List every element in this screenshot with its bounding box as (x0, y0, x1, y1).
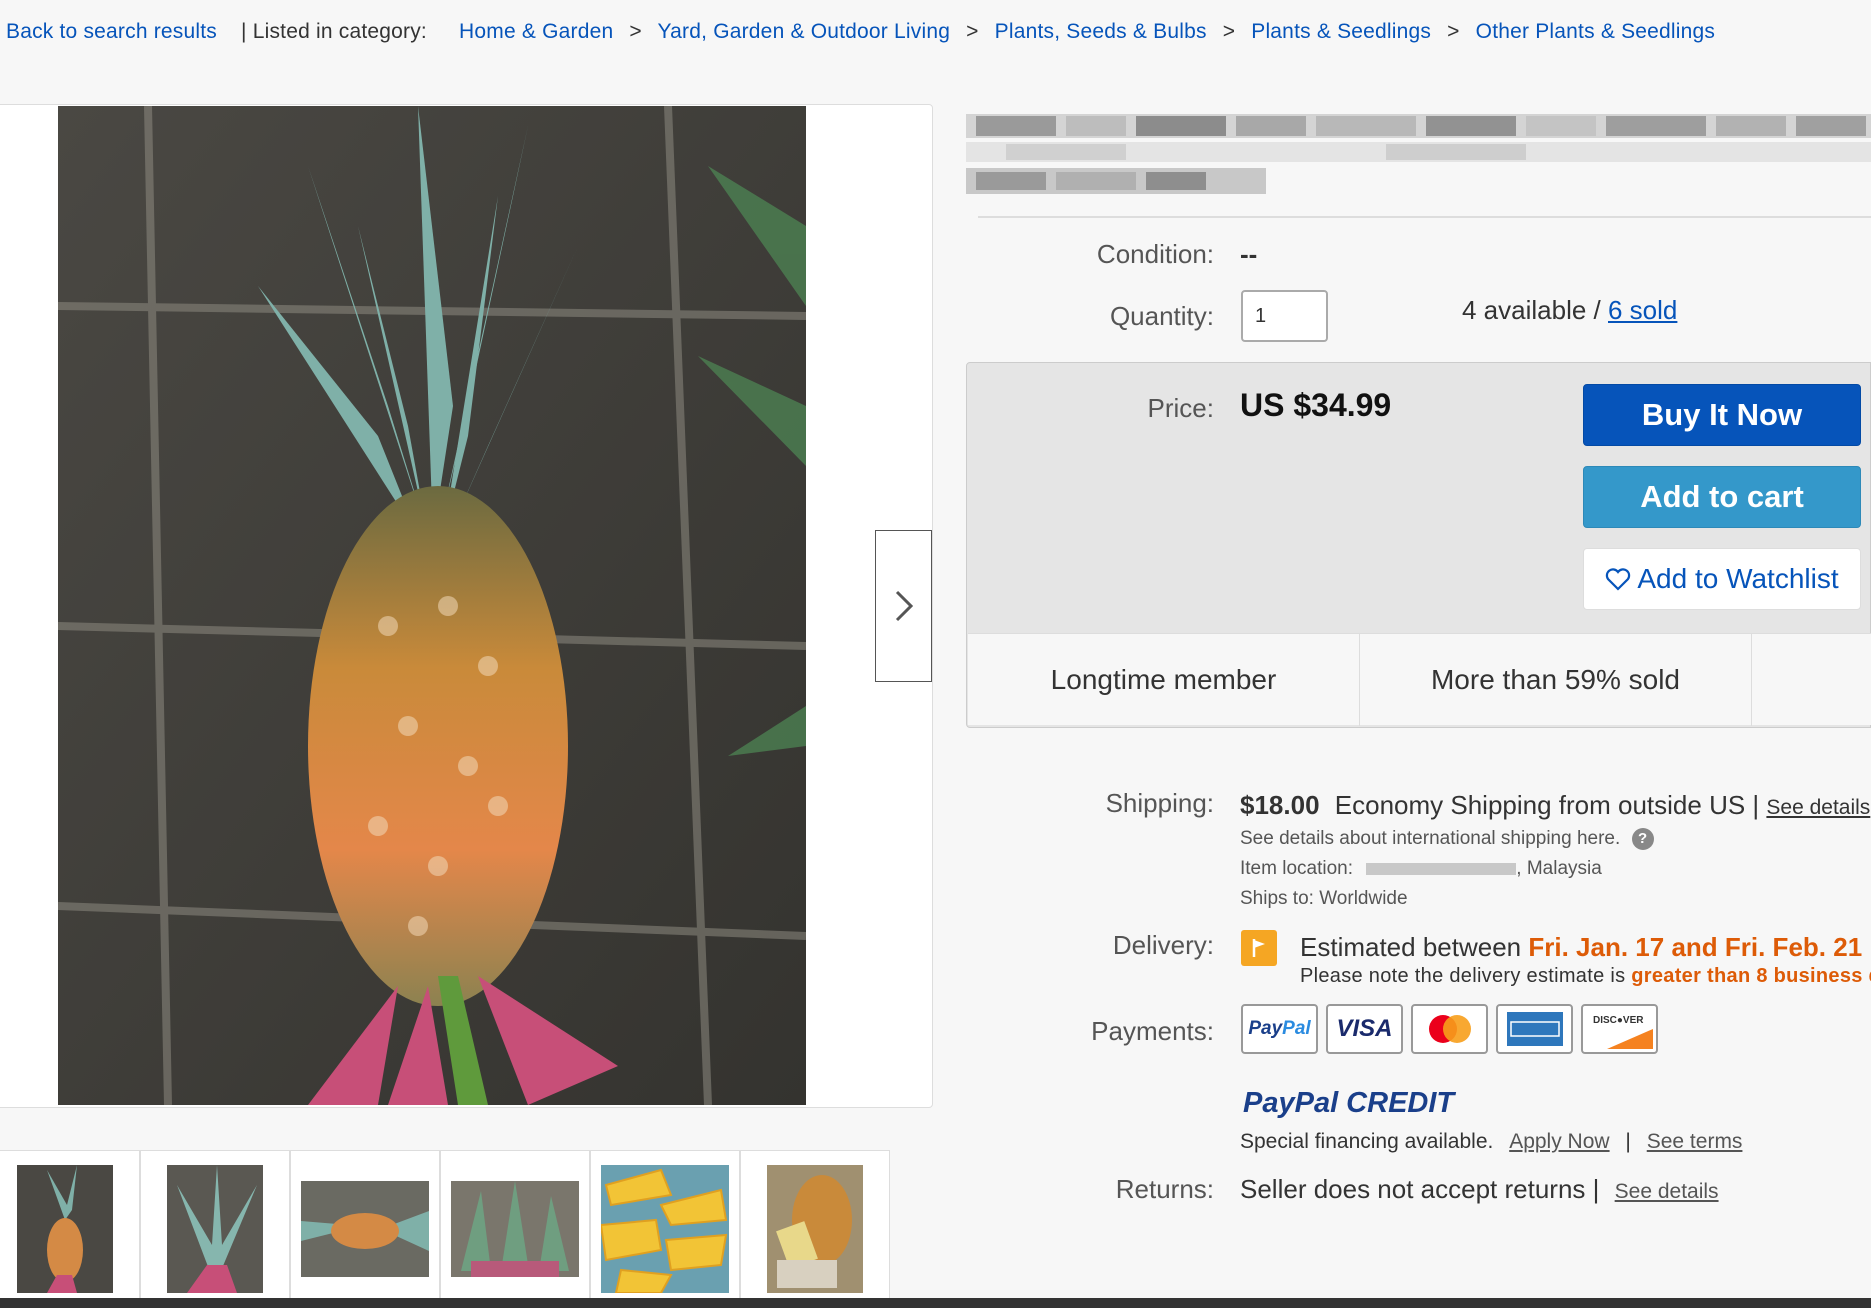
separator: | (1625, 1130, 1631, 1153)
bottom-bar (0, 1298, 1871, 1308)
item-location-label: Item location: (1240, 858, 1353, 879)
breadcrumb-separator: > (1222, 20, 1236, 43)
financing-text: Special financing available. (1240, 1130, 1494, 1153)
shipping-method: Economy Shipping from outside US | (1334, 790, 1760, 820)
pineapple-photo (58, 106, 806, 1105)
breadcrumb-link-other-plants[interactable]: Other Plants & Seedlings (1476, 20, 1715, 43)
condition-label: Condition: (1096, 239, 1214, 269)
delivery-estimate: Estimated between Fri. Jan. 17 and Fri. … (1300, 932, 1862, 963)
breadcrumb-separator: > (1447, 20, 1460, 43)
add-to-cart-button[interactable]: Add to cart (1583, 466, 1861, 528)
breadcrumb: Back to search results | Listed in categ… (6, 20, 1715, 44)
shipping-line: $18.00 Economy Shipping from outside US … (1240, 790, 1870, 821)
pineapple-crowns (167, 1165, 263, 1293)
pineapple-whole (17, 1165, 113, 1293)
sold-link[interactable]: 6 sold (1608, 295, 1677, 325)
returns-see-details-link[interactable]: See details (1615, 1180, 1719, 1203)
amex-logo (1496, 1004, 1573, 1054)
paypal-credit-logo: PayPal CREDIT (1243, 1087, 1454, 1120)
delivery-range: Fri. Jan. 17 and Fri. Feb. 21 (1528, 932, 1863, 962)
see-terms-link[interactable]: See terms (1647, 1130, 1743, 1153)
next-image-button[interactable] (875, 530, 932, 682)
back-to-search-link[interactable]: Back to search results (6, 20, 217, 43)
thumbnail-2[interactable] (140, 1150, 290, 1308)
breadcrumb-link-yard-garden[interactable]: Yard, Garden & Outdoor Living (658, 20, 951, 43)
shipping-cost: $18.00 (1240, 790, 1320, 820)
available-count: 4 available / (1462, 295, 1601, 325)
delivery-flag-icon (1241, 930, 1277, 966)
breadcrumb-link-home-garden[interactable]: Home & Garden (459, 20, 613, 43)
item-location-country: , Malaysia (1516, 858, 1602, 879)
thumbnail-strip (0, 1150, 890, 1308)
item-location: Item location: , Malaysia (1240, 858, 1602, 880)
intl-shipping-text: See details about international shipping… (1240, 828, 1621, 850)
price-value: US $34.99 (1240, 387, 1392, 423)
returns-value: Seller does not accept returns | (1240, 1174, 1600, 1204)
shipping-see-details-link[interactable]: See details (1766, 796, 1870, 819)
condition-value: -- (1240, 239, 1258, 269)
pineapple-side (301, 1181, 429, 1277)
mastercard-logo (1411, 1004, 1488, 1054)
redacted-location (1366, 862, 1517, 875)
pineapple-crowns-2 (451, 1181, 579, 1277)
quantity-input[interactable] (1241, 290, 1328, 342)
paypal-logo: PayPal (1241, 1004, 1318, 1054)
quantity-label: Quantity: (1109, 301, 1214, 331)
thumbnail-4[interactable] (440, 1150, 590, 1308)
thumbnail-5[interactable] (590, 1150, 740, 1308)
intl-shipping-note: See details about international shipping… (1240, 828, 1654, 850)
watchlist-label: Add to Watchlist (1637, 563, 1839, 594)
buy-it-now-button[interactable]: Buy It Now (1583, 384, 1861, 446)
delivery-label: Delivery: (1112, 930, 1214, 960)
divider (978, 216, 1871, 218)
apply-now-link[interactable]: Apply Now (1509, 1130, 1609, 1153)
help-icon[interactable]: ? (1631, 828, 1654, 850)
svg-text:DISC●VER: DISC●VER (1593, 1015, 1644, 1026)
heart-icon (1606, 568, 1631, 591)
seller-badges: Longtime member More than 59% sold (968, 633, 1871, 726)
financing-line: Special financing available. Apply Now |… (1240, 1130, 1742, 1154)
thumbnail-6[interactable] (740, 1150, 890, 1308)
returns-line: Seller does not accept returns | See det… (1240, 1174, 1719, 1205)
breadcrumb-separator: > (629, 20, 642, 43)
delivery-note-highlight: greater than 8 business days (1631, 965, 1871, 987)
visa-logo: VISA (1326, 1004, 1403, 1054)
breadcrumb-link-plants-seeds-bulbs[interactable]: Plants, Seeds & Bulbs (995, 20, 1207, 43)
price-label: Price: (1147, 393, 1214, 423)
paypal-credit-text: PayPal CREDIT (1243, 1087, 1455, 1119)
breadcrumb-separator: > (966, 20, 979, 43)
payments-label: Payments: (1091, 1016, 1214, 1046)
chevron-right-icon (895, 590, 913, 622)
breadcrumb-link-plants-seedlings[interactable]: Plants & Seedlings (1251, 20, 1431, 43)
pineapple-slices (601, 1165, 729, 1293)
thumbnail-1[interactable] (0, 1150, 140, 1308)
delivery-note-text: Please note the delivery estimate is (1300, 965, 1626, 987)
add-to-watchlist-button[interactable]: Add to Watchlist (1583, 548, 1861, 610)
returns-label: Returns: (1115, 1174, 1214, 1204)
delivery-note: Please note the delivery estimate is gre… (1300, 965, 1871, 988)
item-title-redacted (966, 108, 1871, 198)
main-product-image[interactable] (58, 106, 806, 1105)
availability: 4 available / 6 sold (1462, 295, 1677, 326)
badge-longtime-member: Longtime member (968, 634, 1360, 726)
shipping-label: Shipping: (1105, 788, 1214, 818)
badge-percent-sold: More than 59% sold (1360, 634, 1752, 726)
ships-to: Ships to: Worldwide (1240, 888, 1408, 909)
listed-in-label: | Listed in category: (241, 20, 427, 43)
thumbnail-3[interactable] (290, 1150, 440, 1308)
discover-logo: DISC●VER (1581, 1004, 1658, 1054)
pineapple-packaged (767, 1165, 863, 1293)
redacted-title-image (966, 114, 1871, 194)
delivery-prefix: Estimated between (1300, 932, 1522, 962)
